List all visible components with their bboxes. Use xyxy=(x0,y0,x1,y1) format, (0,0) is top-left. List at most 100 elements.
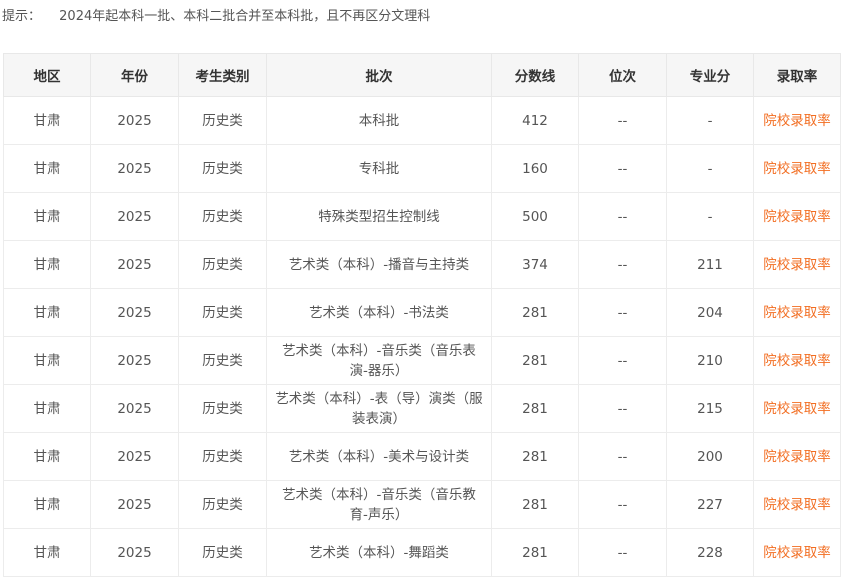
admission-rate-link[interactable]: 院校录取率 xyxy=(763,161,831,177)
cell-major-score: - xyxy=(666,144,754,193)
cell-major-score: 228 xyxy=(666,528,754,577)
header-region: 地区 xyxy=(3,53,91,97)
admission-rate-link[interactable]: 院校录取率 xyxy=(763,113,831,129)
cell-rate: 院校录取率 xyxy=(753,384,841,433)
cell-score: 281 xyxy=(491,528,579,577)
header-major-score: 专业分 xyxy=(666,53,754,97)
cell-batch: 专科批 xyxy=(266,144,492,193)
cell-category: 历史类 xyxy=(178,144,267,193)
cell-major-score: 211 xyxy=(666,240,754,289)
admission-rate-link[interactable]: 院校录取率 xyxy=(763,353,831,369)
cell-category: 历史类 xyxy=(178,528,267,577)
cell-score: 281 xyxy=(491,432,579,481)
cell-major-score: 204 xyxy=(666,288,754,337)
cell-major-score: 227 xyxy=(666,480,754,529)
cell-region: 甘肃 xyxy=(3,240,91,289)
table-row: 甘肃 2025 历史类 艺术类（本科）-舞蹈类 281 -- 228 院校录取率 xyxy=(3,528,841,577)
cell-rank: -- xyxy=(578,528,667,577)
cell-category: 历史类 xyxy=(178,336,267,385)
cell-region: 甘肃 xyxy=(3,384,91,433)
cell-year: 2025 xyxy=(90,288,179,337)
table-row: 甘肃 2025 历史类 艺术类（本科）-播音与主持类 374 -- 211 院校… xyxy=(3,240,841,289)
cell-major-score: 210 xyxy=(666,336,754,385)
cell-score: 281 xyxy=(491,288,579,337)
cell-rank: -- xyxy=(578,336,667,385)
cell-rank: -- xyxy=(578,384,667,433)
cell-batch: 艺术类（本科）-美术与设计类 xyxy=(266,432,492,481)
cell-region: 甘肃 xyxy=(3,192,91,241)
cell-category: 历史类 xyxy=(178,432,267,481)
table-row: 甘肃 2025 历史类 本科批 412 -- - 院校录取率 xyxy=(3,96,841,145)
cell-score: 281 xyxy=(491,336,579,385)
table-row: 甘肃 2025 历史类 特殊类型招生控制线 500 -- - 院校录取率 xyxy=(3,192,841,241)
cell-rate: 院校录取率 xyxy=(753,528,841,577)
admission-rate-link[interactable]: 院校录取率 xyxy=(763,209,831,225)
score-line-table: 地区 年份 考生类别 批次 分数线 位次 专业分 录取率 甘肃 2025 历史类… xyxy=(3,53,841,577)
admission-rate-link[interactable]: 院校录取率 xyxy=(763,257,831,273)
cell-region: 甘肃 xyxy=(3,336,91,385)
cell-score: 160 xyxy=(491,144,579,193)
header-score: 分数线 xyxy=(491,53,579,97)
cell-rank: -- xyxy=(578,144,667,193)
cell-rate: 院校录取率 xyxy=(753,240,841,289)
table-header-row: 地区 年份 考生类别 批次 分数线 位次 专业分 录取率 xyxy=(3,53,841,97)
cell-rank: -- xyxy=(578,240,667,289)
cell-major-score: 215 xyxy=(666,384,754,433)
cell-rate: 院校录取率 xyxy=(753,288,841,337)
cell-major-score: - xyxy=(666,192,754,241)
cell-score: 412 xyxy=(491,96,579,145)
cell-region: 甘肃 xyxy=(3,432,91,481)
admission-rate-link[interactable]: 院校录取率 xyxy=(763,401,831,417)
header-rank: 位次 xyxy=(578,53,667,97)
cell-major-score: 200 xyxy=(666,432,754,481)
cell-category: 历史类 xyxy=(178,240,267,289)
cell-year: 2025 xyxy=(90,96,179,145)
cell-rank: -- xyxy=(578,192,667,241)
cell-year: 2025 xyxy=(90,432,179,481)
cell-major-score: - xyxy=(666,96,754,145)
cell-rank: -- xyxy=(578,432,667,481)
table-row: 甘肃 2025 历史类 艺术类（本科）-音乐类（音乐表演-器乐） 281 -- … xyxy=(3,336,841,385)
cell-batch: 艺术类（本科）-舞蹈类 xyxy=(266,528,492,577)
admission-rate-link[interactable]: 院校录取率 xyxy=(763,545,831,561)
cell-rate: 院校录取率 xyxy=(753,480,841,529)
header-category: 考生类别 xyxy=(178,53,267,97)
tip-text: 2024年起本科一批、本科二批合并至本科批，且不再区分文理科 xyxy=(59,9,431,24)
header-year: 年份 xyxy=(90,53,179,97)
cell-year: 2025 xyxy=(90,480,179,529)
cell-region: 甘肃 xyxy=(3,528,91,577)
cell-batch: 艺术类（本科）-音乐类（音乐表演-器乐） xyxy=(266,336,492,385)
tip-banner: 提示： 2024年起本科一批、本科二批合并至本科批，且不再区分文理科 xyxy=(2,6,430,28)
cell-batch: 艺术类（本科）-音乐类（音乐教育-声乐） xyxy=(266,480,492,529)
cell-score: 281 xyxy=(491,384,579,433)
cell-score: 374 xyxy=(491,240,579,289)
cell-region: 甘肃 xyxy=(3,288,91,337)
table-row: 甘肃 2025 历史类 专科批 160 -- - 院校录取率 xyxy=(3,144,841,193)
cell-rate: 院校录取率 xyxy=(753,432,841,481)
cell-region: 甘肃 xyxy=(3,144,91,193)
cell-batch: 艺术类（本科）-表（导）演类（服装表演） xyxy=(266,384,492,433)
cell-rank: -- xyxy=(578,288,667,337)
cell-category: 历史类 xyxy=(178,480,267,529)
tip-label: 提示： xyxy=(2,9,42,24)
cell-score: 500 xyxy=(491,192,579,241)
table-row: 甘肃 2025 历史类 艺术类（本科）-美术与设计类 281 -- 200 院校… xyxy=(3,432,841,481)
cell-category: 历史类 xyxy=(178,192,267,241)
cell-batch: 特殊类型招生控制线 xyxy=(266,192,492,241)
table-row: 甘肃 2025 历史类 艺术类（本科）-音乐类（音乐教育-声乐） 281 -- … xyxy=(3,480,841,529)
cell-year: 2025 xyxy=(90,384,179,433)
admission-rate-link[interactable]: 院校录取率 xyxy=(763,497,831,513)
header-rate: 录取率 xyxy=(753,53,841,97)
admission-rate-link[interactable]: 院校录取率 xyxy=(763,449,831,465)
table-row: 甘肃 2025 历史类 艺术类（本科）-表（导）演类（服装表演） 281 -- … xyxy=(3,384,841,433)
cell-batch: 本科批 xyxy=(266,96,492,145)
cell-year: 2025 xyxy=(90,336,179,385)
admission-rate-link[interactable]: 院校录取率 xyxy=(763,305,831,321)
cell-category: 历史类 xyxy=(178,384,267,433)
cell-region: 甘肃 xyxy=(3,480,91,529)
cell-batch: 艺术类（本科）-播音与主持类 xyxy=(266,240,492,289)
header-batch: 批次 xyxy=(266,53,492,97)
cell-year: 2025 xyxy=(90,192,179,241)
table-row: 甘肃 2025 历史类 艺术类（本科）-书法类 281 -- 204 院校录取率 xyxy=(3,288,841,337)
cell-year: 2025 xyxy=(90,240,179,289)
